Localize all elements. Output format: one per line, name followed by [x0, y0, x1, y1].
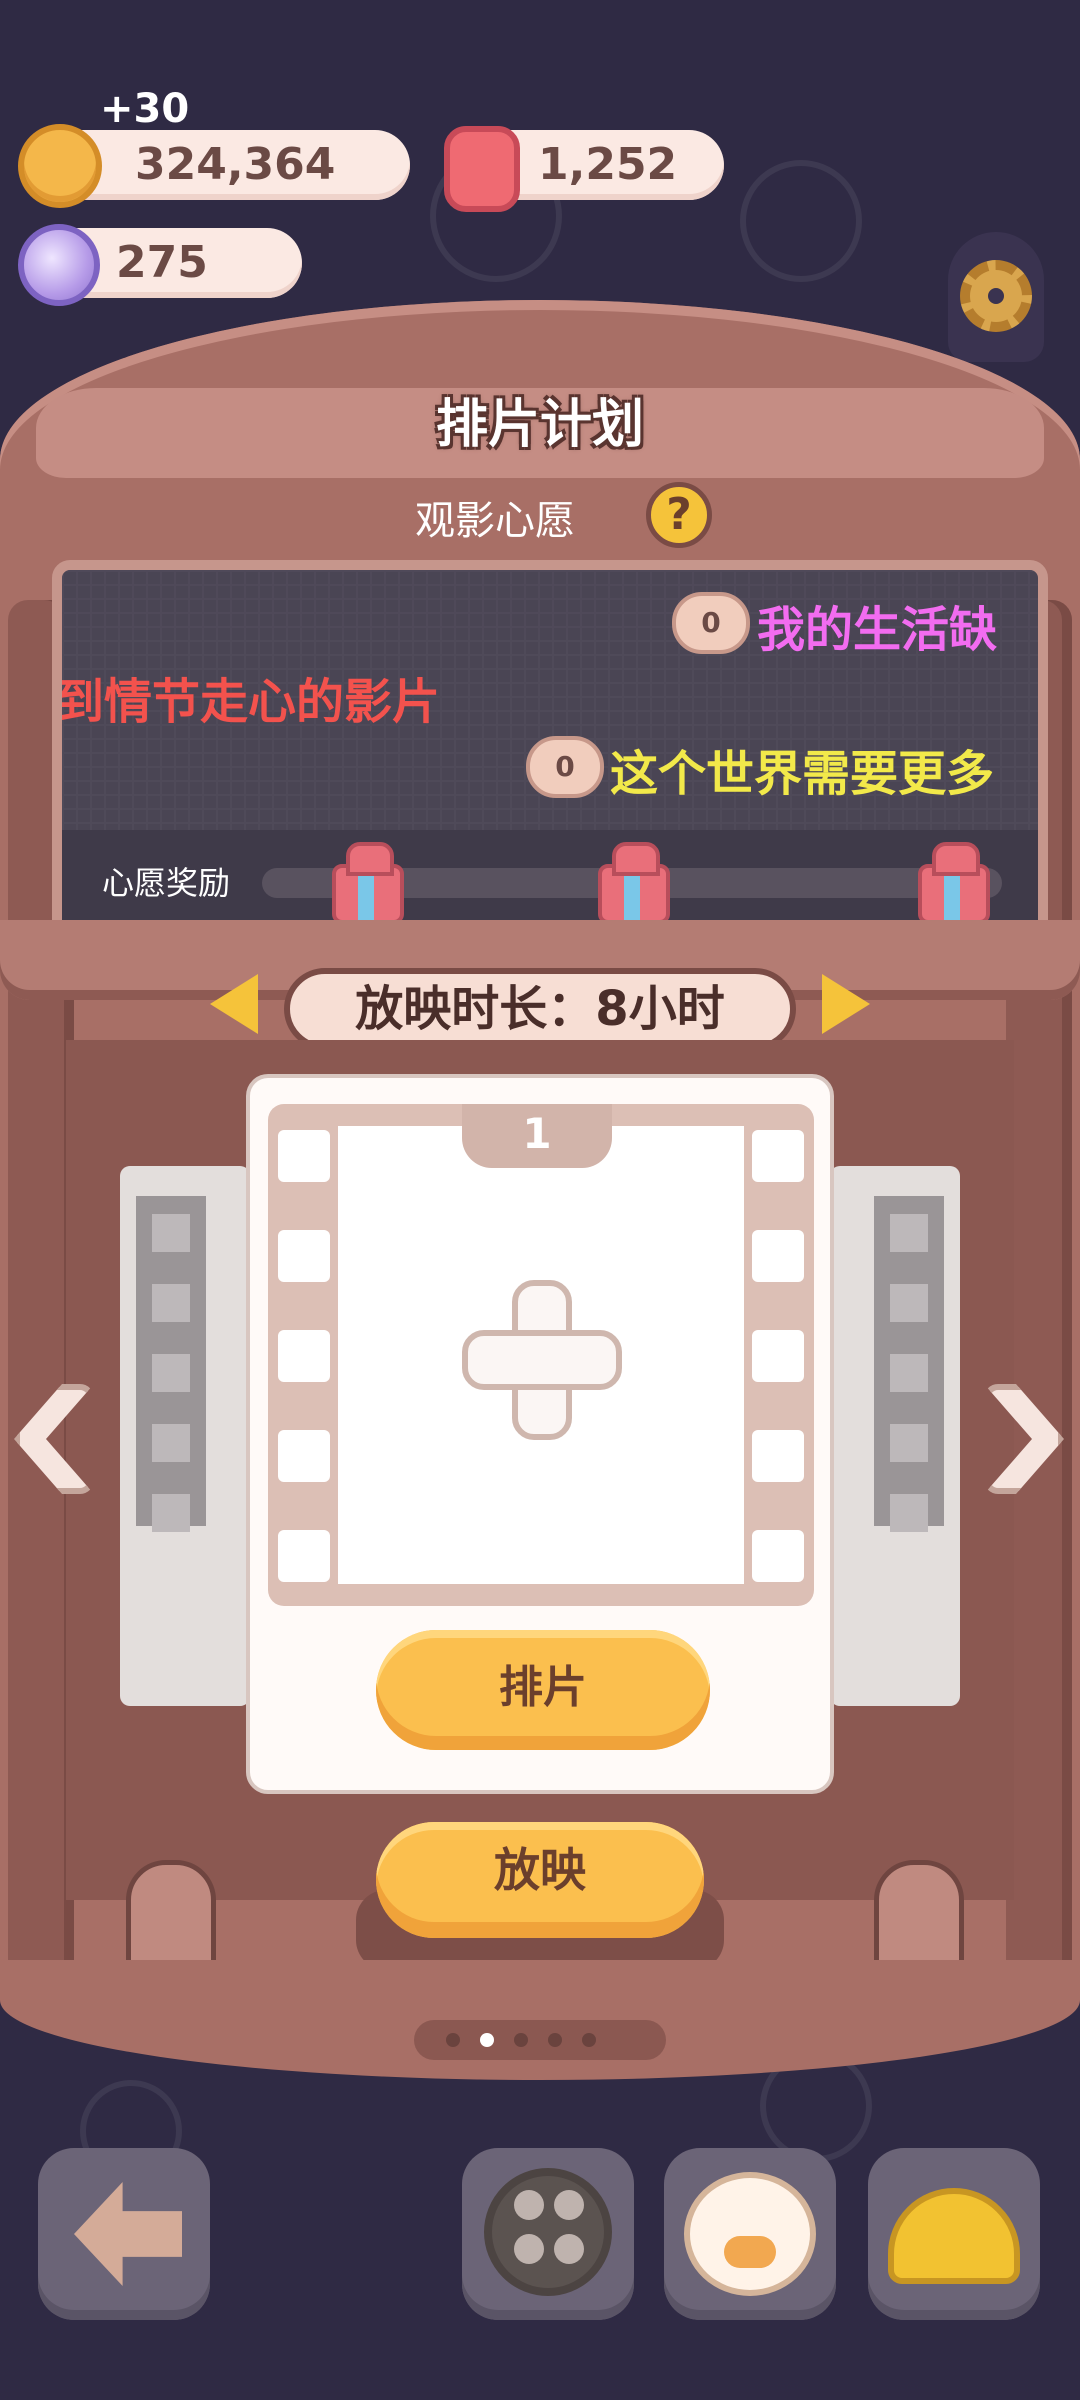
duration-label: 放映时长：8小时 — [284, 968, 796, 1050]
film-frame: 1 — [268, 1104, 814, 1606]
film-hole — [278, 1130, 330, 1182]
film-hole — [752, 1130, 804, 1182]
hard-hat-icon — [888, 2188, 1020, 2284]
film-hole — [752, 1430, 804, 1482]
gem-value: 275 — [116, 237, 208, 288]
film-hole — [752, 1530, 804, 1582]
wish-danmaku-2: 到情节走心的影片 — [56, 674, 441, 730]
prev-slot-card[interactable] — [120, 1166, 250, 1706]
film-reel-icon — [484, 2168, 612, 2296]
film-hole — [278, 1430, 330, 1482]
wish-danmaku-3: 这个世界需要更多 — [610, 746, 995, 802]
cookie-coin-icon — [18, 124, 102, 208]
wish-heart-icon: 0 — [672, 592, 750, 654]
reward-label: 心愿奖励 — [102, 864, 231, 902]
build-button[interactable] — [868, 2148, 1040, 2320]
page-dot[interactable] — [446, 2033, 460, 2047]
wish-heading-text: 观影心愿 — [415, 498, 575, 544]
candy-gem-icon — [18, 224, 100, 306]
film-hole — [278, 1330, 330, 1382]
page-dot-active[interactable] — [480, 2033, 494, 2047]
film-strip — [136, 1196, 206, 1526]
page-dot[interactable] — [548, 2033, 562, 2047]
gift-icon[interactable] — [332, 842, 404, 924]
page-title: 排片计划 — [435, 395, 644, 455]
gift-icon[interactable] — [598, 842, 670, 924]
help-icon[interactable]: ? — [646, 482, 712, 548]
background-doodle — [740, 160, 862, 282]
gear-icon — [960, 260, 1032, 332]
page-dot[interactable] — [582, 2033, 596, 2047]
coin-value: 324,364 — [135, 139, 336, 190]
duration-next-arrow-icon[interactable] — [822, 974, 870, 1034]
character-button[interactable] — [664, 2148, 836, 2320]
slot-number: 1 — [462, 1104, 612, 1168]
coin-bonus-text: +30 — [100, 86, 190, 132]
back-arrow-icon — [74, 2182, 182, 2286]
schedule-button[interactable]: 排片 — [376, 1630, 710, 1750]
film-hole — [752, 1230, 804, 1282]
reward-bar: 心愿奖励 — [62, 830, 1038, 930]
wish-heading: 观影心愿 — [0, 488, 1080, 546]
wish-danmaku-1: 我的生活缺 — [757, 602, 998, 658]
candle-value: 1,252 — [538, 139, 678, 190]
candle-icon — [444, 126, 520, 212]
next-slot-card[interactable] — [830, 1166, 960, 1706]
gift-icon[interactable] — [918, 842, 990, 924]
wish-screen: 0 我的生活缺 到情节走心的影片 0 这个世界需要更多 心愿奖励 — [52, 560, 1048, 940]
duration-prev-arrow-icon[interactable] — [210, 974, 258, 1034]
slot-card: 1 排片 — [246, 1074, 834, 1794]
wish-heart-icon: 0 — [526, 736, 604, 798]
duck-character-icon — [684, 2172, 816, 2296]
film-reel-button[interactable] — [462, 2148, 634, 2320]
film-strip — [874, 1196, 944, 1526]
settings-button[interactable] — [948, 232, 1044, 362]
page-dot[interactable] — [514, 2033, 528, 2047]
page-indicator — [414, 2020, 666, 2060]
add-plus-icon[interactable] — [462, 1280, 622, 1440]
play-button[interactable]: 放映 — [376, 1822, 704, 1938]
film-hole — [752, 1330, 804, 1382]
back-button[interactable] — [38, 2148, 210, 2320]
film-hole — [278, 1230, 330, 1282]
film-hole — [278, 1530, 330, 1582]
